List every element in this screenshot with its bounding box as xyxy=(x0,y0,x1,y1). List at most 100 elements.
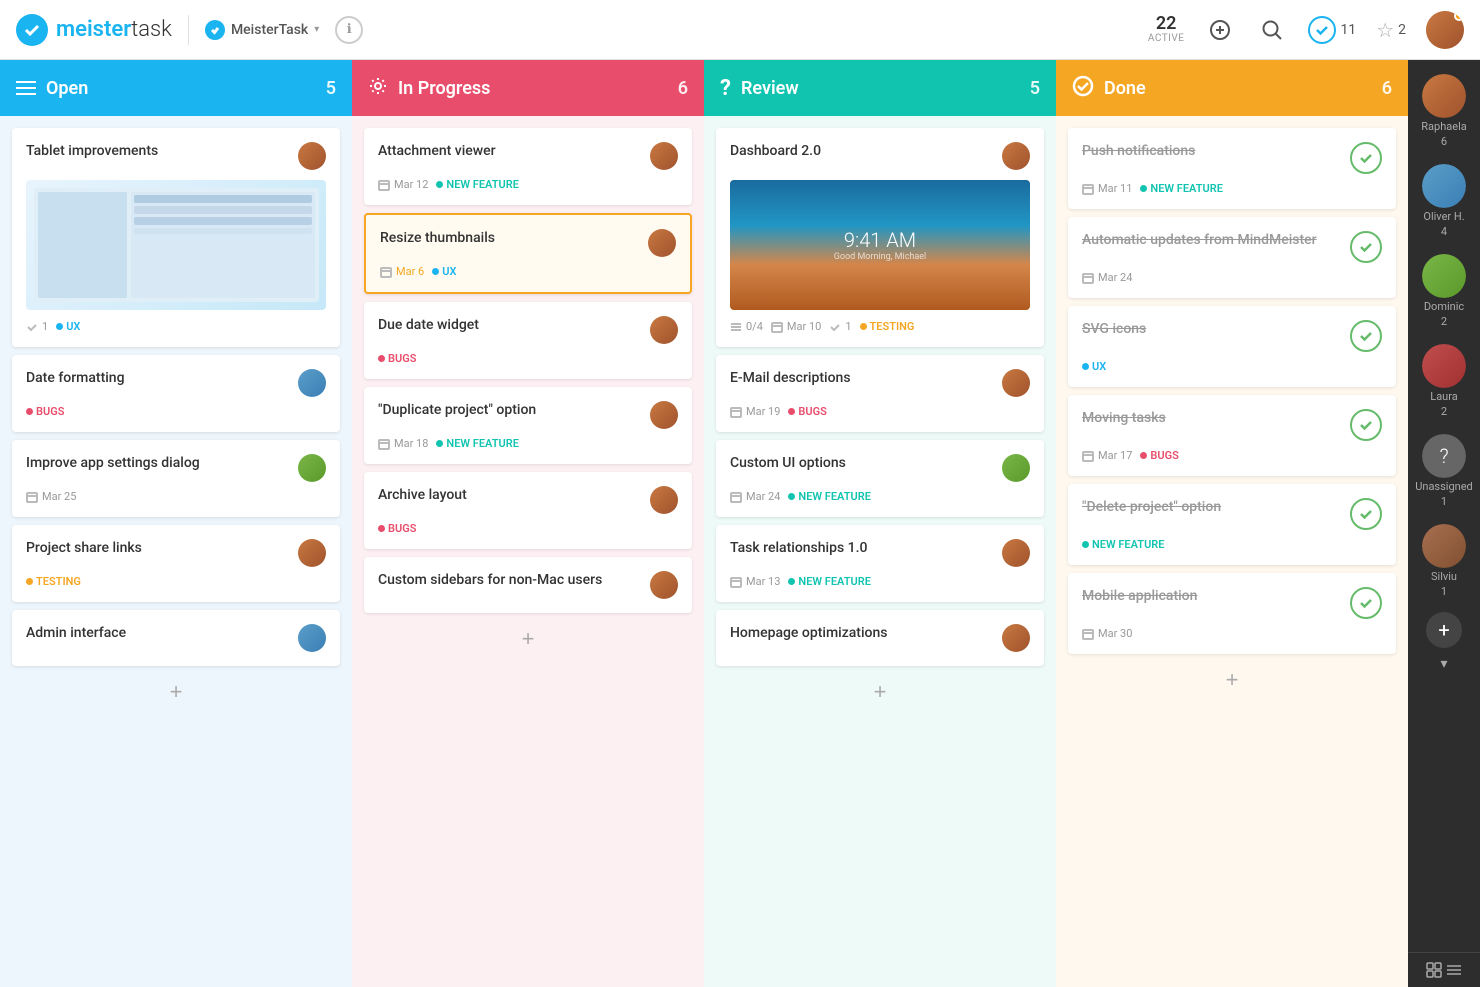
column-inprogress: In Progress 6 Attachment viewer xyxy=(352,60,704,987)
card-tablet-improvements[interactable]: Tablet improvements xyxy=(12,128,340,347)
card-app-settings[interactable]: Improve app settings dialog Mar 25 xyxy=(12,440,340,517)
sidebar-user-name-silviu: Silviu xyxy=(1431,570,1457,583)
sidebar-user-silviu[interactable]: Silviu 1 xyxy=(1408,518,1480,604)
card-meta: Mar 24 xyxy=(1082,271,1382,284)
column-review-header: ? Review 5 xyxy=(704,60,1056,116)
card-header: Homepage optimizations xyxy=(730,624,1030,652)
card-meta: Mar 12 NEW FEATURE xyxy=(378,178,678,191)
add-review-card-button[interactable]: + xyxy=(716,674,1044,710)
sidebar-avatar-dominic xyxy=(1422,254,1466,298)
card-svg-icons[interactable]: SVG icons UX xyxy=(1068,306,1396,387)
card-meta: 0/4 Mar 10 1 TESTING xyxy=(730,320,1030,333)
card-meta: Mar 24 NEW FEATURE xyxy=(730,490,1030,503)
done-check-circle xyxy=(1350,320,1382,352)
card-tag-newfeature: NEW FEATURE xyxy=(1082,538,1164,551)
card-avatar xyxy=(650,571,678,599)
card-tag-newfeature: NEW FEATURE xyxy=(788,575,870,588)
card-due-date-widget[interactable]: Due date widget BUGS xyxy=(364,302,692,379)
tasks-count: 11 xyxy=(1340,22,1356,38)
column-inprogress-title: In Progress xyxy=(398,78,668,99)
column-open-title: Open xyxy=(46,78,316,99)
card-attachment-viewer[interactable]: Attachment viewer Mar 12 NEW FEATURE xyxy=(364,128,692,205)
card-resize-thumbnails[interactable]: Resize thumbnails Mar 6 UX xyxy=(364,213,692,294)
logo-icon[interactable] xyxy=(16,14,48,46)
card-date: Mar 13 xyxy=(730,575,780,588)
card-date-formatting[interactable]: Date formatting BUGS xyxy=(12,355,340,432)
card-tag-newfeature: NEW FEATURE xyxy=(436,437,518,450)
card-admin-interface[interactable]: Admin interface xyxy=(12,610,340,666)
sidebar-chevron-down[interactable]: ▾ xyxy=(1440,656,1447,672)
column-inprogress-header: In Progress 6 xyxy=(352,60,704,116)
card-header: Dashboard 2.0 xyxy=(730,142,1030,170)
card-delete-project[interactable]: "Delete project" option NEW FEATURE xyxy=(1068,484,1396,565)
card-avatar xyxy=(1002,369,1030,397)
card-meta: TESTING xyxy=(26,575,326,588)
add-button[interactable] xyxy=(1204,14,1236,46)
card-avatar xyxy=(648,229,676,257)
done-check-icon[interactable] xyxy=(1072,75,1094,101)
card-header: Task relationships 1.0 xyxy=(730,539,1030,567)
card-avatar xyxy=(298,454,326,482)
card-meta: BUGS xyxy=(378,522,678,535)
card-duplicate-project[interactable]: "Duplicate project" option Mar 18 NEW FE… xyxy=(364,387,692,464)
sidebar-user-unassigned[interactable]: ? Unassigned 1 xyxy=(1408,428,1480,514)
active-count[interactable]: 22 ACTIVE xyxy=(1148,15,1185,44)
card-meta: Mar 18 NEW FEATURE xyxy=(378,437,678,450)
add-inprogress-card-button[interactable]: + xyxy=(364,621,692,657)
card-header: Automatic updates from MindMeister xyxy=(1082,231,1382,263)
open-menu-icon[interactable] xyxy=(16,81,36,95)
sidebar-user-dominic[interactable]: Dominic 2 xyxy=(1408,248,1480,334)
card-custom-ui[interactable]: Custom UI options Mar 24 NEW FEATURE xyxy=(716,440,1044,517)
add-open-card-button[interactable]: + xyxy=(12,674,340,710)
sidebar-bottom-icons[interactable] xyxy=(1425,961,1463,979)
sidebar-avatar-laura xyxy=(1422,344,1466,388)
sidebar-user-name-oliver: Oliver H. xyxy=(1423,210,1464,223)
card-email-descriptions[interactable]: E-Mail descriptions Mar 19 BUGS xyxy=(716,355,1044,432)
card-header: Custom sidebars for non-Mac users xyxy=(378,571,678,599)
starred-button[interactable]: ☆ 2 xyxy=(1376,18,1406,42)
user-avatar[interactable] xyxy=(1426,11,1464,49)
card-meta: BUGS xyxy=(26,405,326,418)
card-custom-sidebars[interactable]: Custom sidebars for non-Mac users xyxy=(364,557,692,613)
done-check-circle xyxy=(1350,498,1382,530)
card-dashboard[interactable]: Dashboard 2.0 9:41 AM Good Morning, Mich… xyxy=(716,128,1044,347)
logo-area: meistertask xyxy=(16,14,172,46)
card-archive-layout[interactable]: Archive layout BUGS xyxy=(364,472,692,549)
column-inprogress-count: 6 xyxy=(678,78,688,99)
add-done-card-button[interactable]: + xyxy=(1068,662,1396,698)
app-name: meistertask xyxy=(56,17,172,42)
project-selector[interactable]: MeisterTask ▾ xyxy=(205,20,319,40)
review-question-icon[interactable]: ? xyxy=(720,76,731,101)
inprogress-gear-icon[interactable] xyxy=(368,76,388,100)
card-title: Custom sidebars for non-Mac users xyxy=(378,571,642,591)
card-mobile-application[interactable]: Mobile application Mar 30 xyxy=(1068,573,1396,654)
card-project-share[interactable]: Project share links TESTING xyxy=(12,525,340,602)
sidebar-user-raphaela[interactable]: Raphaela 6 xyxy=(1408,68,1480,154)
card-meta: Mar 30 xyxy=(1082,627,1382,640)
card-automatic-updates[interactable]: Automatic updates from MindMeister Mar 2… xyxy=(1068,217,1396,298)
sidebar-user-tasks-dominic: 2 xyxy=(1441,315,1447,328)
card-date: Mar 12 xyxy=(378,178,428,191)
card-attachment: 1 xyxy=(829,320,851,333)
right-sidebar: Raphaela 6 Oliver H. 4 Dominic 2 Laura 2 xyxy=(1408,60,1480,987)
tasks-badge[interactable]: 11 xyxy=(1308,16,1356,44)
card-header: Mobile application xyxy=(1082,587,1382,619)
add-user-button[interactable]: + xyxy=(1426,612,1462,648)
card-title: Task relationships 1.0 xyxy=(730,539,994,559)
sidebar-user-oliver[interactable]: Oliver H. 4 xyxy=(1408,158,1480,244)
sidebar-avatar-oliver xyxy=(1422,164,1466,208)
sidebar-user-laura[interactable]: Laura 2 xyxy=(1408,338,1480,424)
card-tag-bugs: BUGS xyxy=(378,352,416,365)
info-button[interactable]: ℹ xyxy=(335,16,363,44)
card-push-notifications[interactable]: Push notifications Mar 11 NEW FEATURE xyxy=(1068,128,1396,209)
card-moving-tasks[interactable]: Moving tasks Mar 17 BUGS xyxy=(1068,395,1396,476)
card-homepage-optimizations[interactable]: Homepage optimizations xyxy=(716,610,1044,666)
card-header: SVG icons xyxy=(1082,320,1382,352)
card-header: Tablet improvements xyxy=(26,142,326,170)
column-done-title: Done xyxy=(1104,78,1372,99)
search-button[interactable] xyxy=(1256,14,1288,46)
column-open-count: 5 xyxy=(326,78,336,99)
card-tag-testing: TESTING xyxy=(26,575,81,588)
card-task-relationships[interactable]: Task relationships 1.0 Mar 13 NEW FEATUR… xyxy=(716,525,1044,602)
card-tag-newfeature: NEW FEATURE xyxy=(1140,182,1222,195)
